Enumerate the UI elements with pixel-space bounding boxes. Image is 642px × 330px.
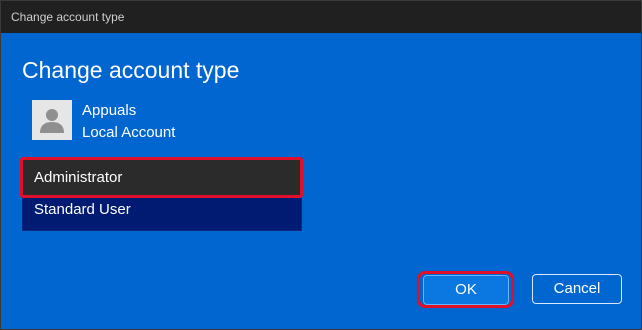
- account-type-label: Local Account: [82, 124, 176, 141]
- dropdown-option-administrator[interactable]: Administrator: [20, 157, 303, 198]
- dialog-heading: Change account type: [22, 57, 240, 83]
- option-label-administrator: Administrator: [34, 169, 123, 186]
- dropdown-option-standard-user[interactable]: Standard User: [23, 199, 301, 227]
- option-label-standard-user: Standard User: [34, 201, 131, 218]
- cancel-button[interactable]: Cancel: [532, 274, 622, 304]
- window-title: Change account type: [11, 10, 125, 24]
- account-name: Appuals: [82, 102, 137, 119]
- person-icon: [32, 100, 72, 140]
- change-account-type-window: Change account type Change account type …: [0, 0, 642, 330]
- title-bar[interactable]: Change account type: [1, 1, 641, 33]
- ok-button[interactable]: OK: [423, 275, 509, 305]
